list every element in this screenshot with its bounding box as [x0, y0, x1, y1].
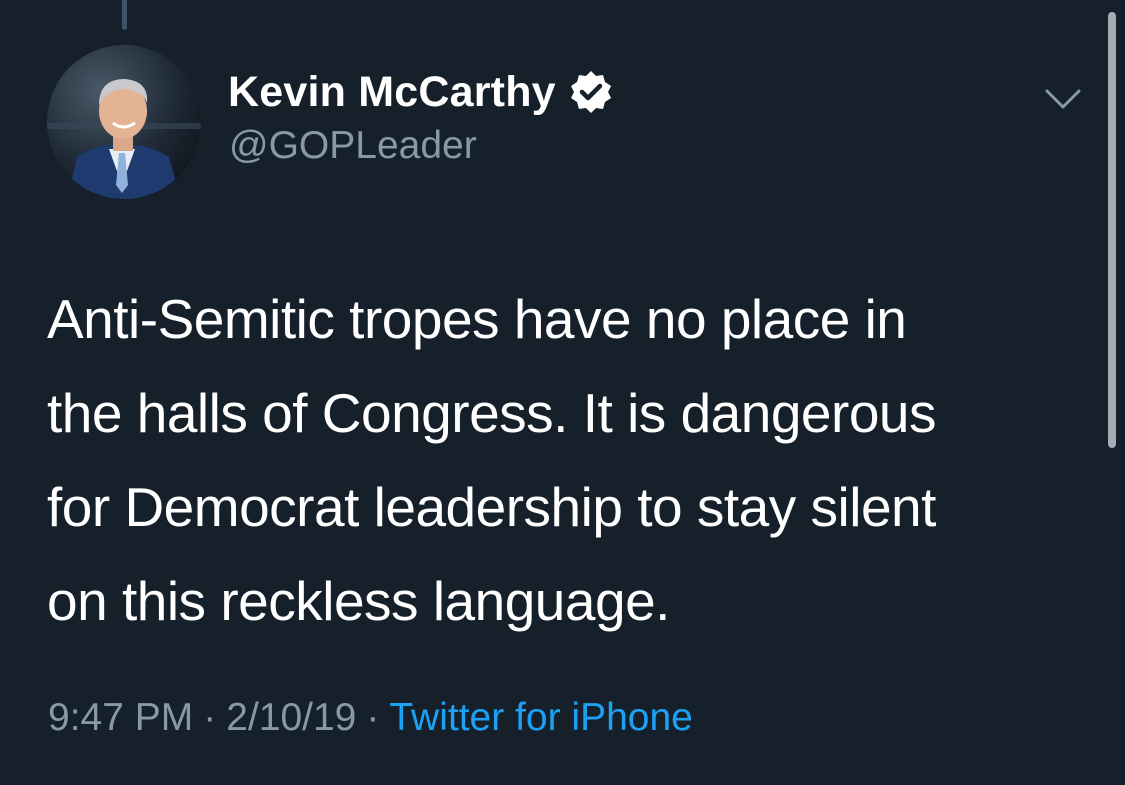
tweet-metadata: 9:47 PM · 2/10/19 · Twitter for iPhone — [48, 696, 693, 740]
tweet-date[interactable]: 2/10/19 — [226, 696, 356, 739]
tweet-text-line: Anti-Semitic tropes have no place in — [47, 288, 907, 350]
tweet-time[interactable]: 9:47 PM — [48, 696, 193, 739]
tweet-text: Anti-Semitic tropes have no place in the… — [47, 272, 1087, 648]
scrollbar[interactable] — [1108, 12, 1116, 448]
tweet-text-line: on this reckless language. — [47, 570, 670, 632]
avatar-photo — [47, 45, 201, 199]
thread-connector-line — [122, 0, 127, 30]
chevron-down-icon[interactable] — [1044, 86, 1082, 112]
tweet-text-line: for Democrat leadership to stay silent — [47, 476, 936, 538]
author-name-row[interactable]: Kevin McCarthy — [228, 66, 614, 118]
tweet-source-link[interactable]: Twitter for iPhone — [389, 696, 692, 739]
author-avatar[interactable] — [47, 45, 201, 199]
author-display-name[interactable]: Kevin McCarthy — [228, 68, 556, 117]
tweet-text-line: the halls of Congress. It is dangerous — [47, 382, 937, 444]
author-handle[interactable]: @GOPLeader — [229, 124, 477, 168]
verified-badge-icon — [568, 69, 614, 115]
meta-separator: · — [203, 696, 217, 739]
meta-separator: · — [366, 696, 380, 739]
